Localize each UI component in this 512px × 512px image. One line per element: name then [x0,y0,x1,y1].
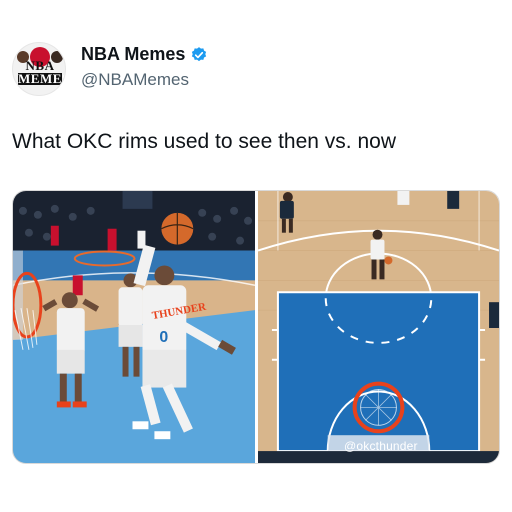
display-name[interactable]: NBA Memes [81,44,185,65]
name-row: NBA Memes [81,44,208,65]
jersey-number: 0 [159,329,168,346]
avatar[interactable]: NBA MEMES [12,42,66,96]
avatar-logo: NBA MEMES [15,59,66,86]
tweet-text: What OKC rims used to see then vs. now [12,130,396,153]
media-image-then[interactable]: THUNDER 0 [13,191,255,463]
verified-badge-icon[interactable] [190,46,208,64]
media-grid[interactable]: THUNDER 0 @okcthunder [12,190,500,464]
handle[interactable]: @NBAMemes [81,70,189,90]
avatar-logo-line2: MEMES [18,71,66,86]
watermark-text: @okcthunder [344,439,418,453]
overhead-court-photo [258,191,499,463]
tweet-header: NBA MEMES NBA Memes @NBAMemes [12,40,500,100]
dunk-photo: THUNDER 0 [13,191,255,463]
media-image-now[interactable]: @okcthunder [258,191,499,463]
